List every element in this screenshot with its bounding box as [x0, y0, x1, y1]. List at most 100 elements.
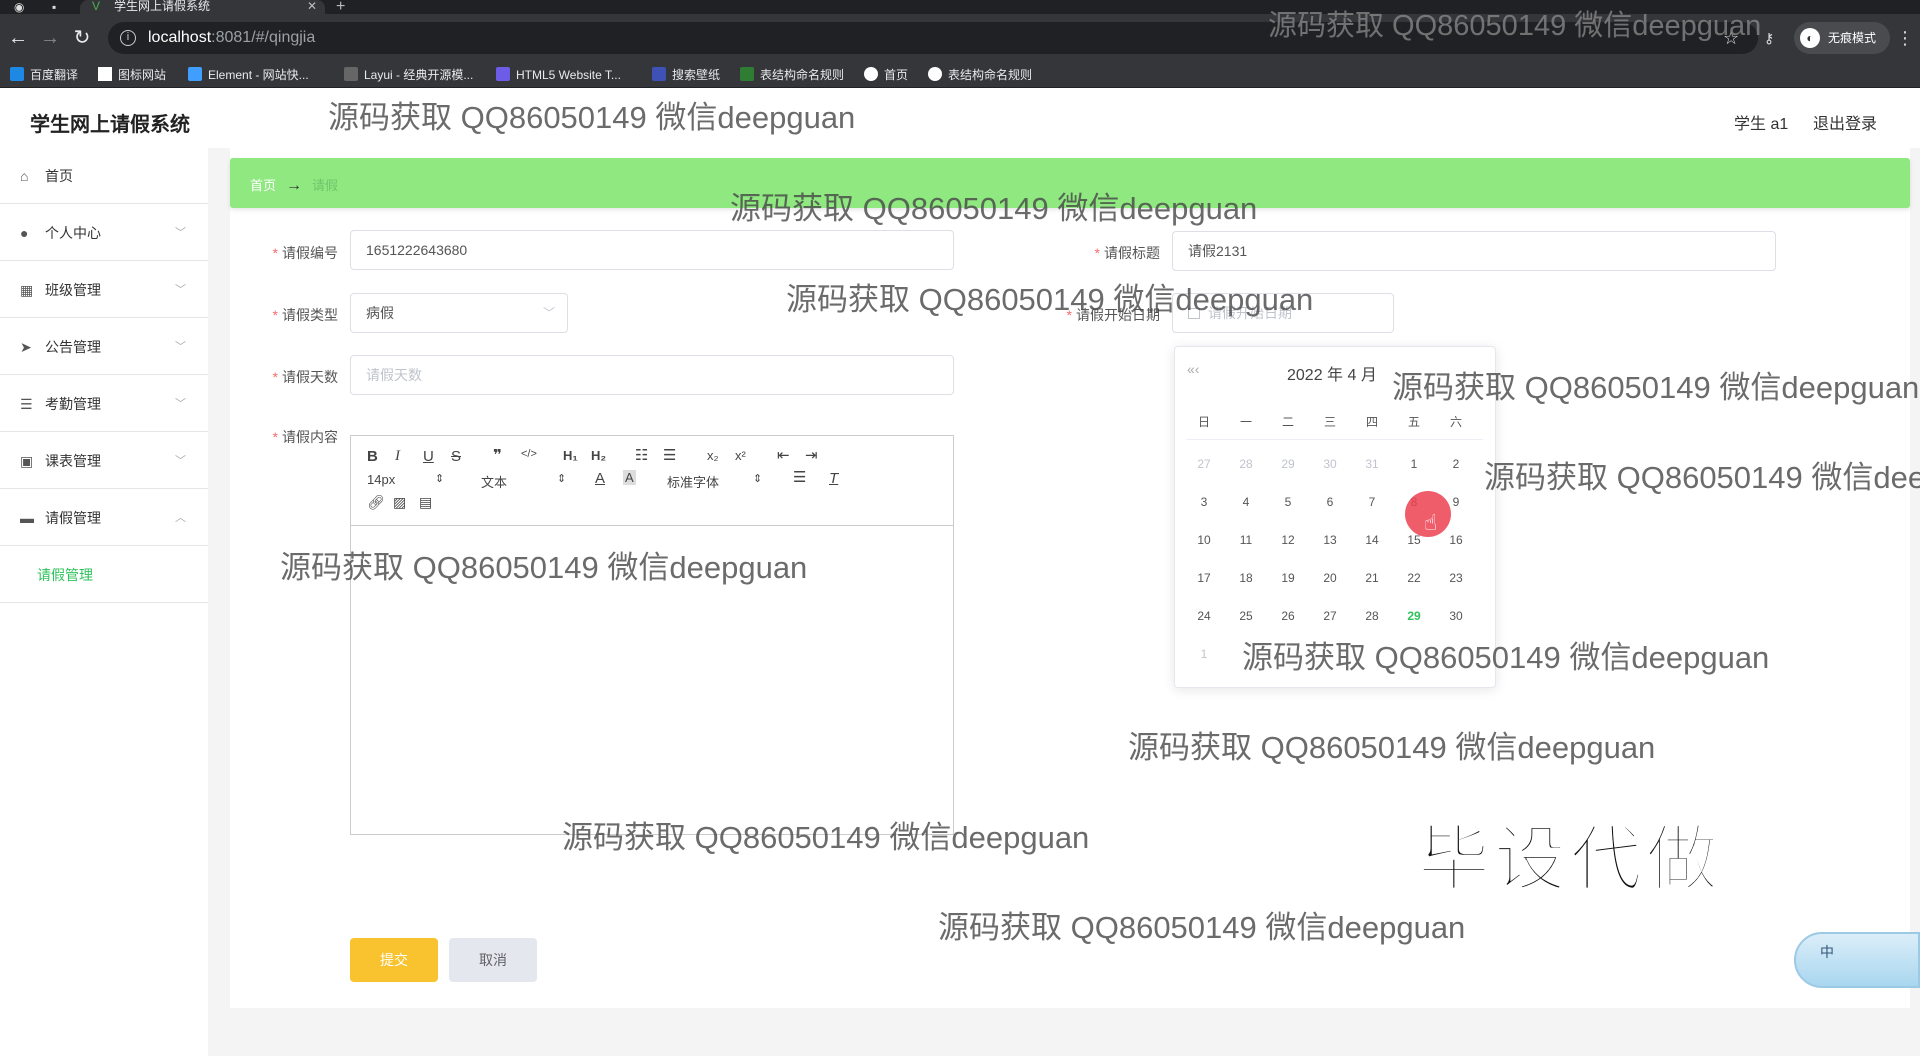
calendar-day[interactable]: 1: [1189, 647, 1219, 661]
bookmark-item[interactable]: HTML5 Website T...: [496, 66, 621, 84]
calendar-day[interactable]: 28: [1357, 609, 1387, 623]
clear-format-button[interactable]: T: [829, 470, 838, 487]
text-style-select[interactable]: 文本 ⇕: [481, 472, 569, 490]
site-info-icon[interactable]: i: [120, 30, 136, 46]
bookmark-item[interactable]: 百度翻译: [10, 66, 78, 84]
calendar-day[interactable]: 27: [1189, 457, 1219, 471]
more-menu-icon[interactable]: ⋮: [1896, 28, 1914, 49]
calendar-day[interactable]: 25: [1231, 609, 1261, 623]
window-icon[interactable]: ▪: [52, 0, 56, 14]
calendar-day[interactable]: 27: [1315, 609, 1345, 623]
calendar-day[interactable]: 7: [1357, 495, 1387, 509]
sidebar-item-home[interactable]: ⌂ 首页: [0, 148, 208, 204]
h2-button[interactable]: H₂: [591, 448, 606, 463]
sidebar-item-schedule[interactable]: ▣ 课表管理 ﹀: [0, 433, 208, 489]
calendar-day[interactable]: 20: [1315, 571, 1345, 585]
bookmark-item[interactable]: 首页: [864, 66, 908, 84]
bookmark-item[interactable]: Element - 网站快...: [188, 66, 309, 84]
superscript-button[interactable]: x²: [735, 448, 746, 463]
leave-no-input[interactable]: 1651222643680: [350, 230, 954, 270]
calendar-day[interactable]: 4: [1231, 495, 1261, 509]
bookmark-item[interactable]: 图标网站: [98, 66, 166, 84]
link-icon[interactable]: 🔗︎: [367, 494, 385, 511]
sidebar-item-class[interactable]: ▦ 班级管理 ﹀: [0, 262, 208, 318]
editor-body[interactable]: [351, 527, 953, 834]
calendar-day[interactable]: 3: [1189, 495, 1219, 509]
calendar-day[interactable]: 2: [1441, 457, 1471, 471]
calendar-day[interactable]: 16: [1441, 533, 1471, 547]
h1-button[interactable]: H₁: [563, 448, 578, 463]
ime-widget[interactable]: 中: [1794, 932, 1920, 988]
leave-type-select[interactable]: 病假 ﹀: [350, 293, 568, 333]
calendar-day[interactable]: 1: [1399, 457, 1429, 471]
browser-menu-icon[interactable]: ◉: [14, 0, 24, 14]
calendar-day[interactable]: 29: [1273, 457, 1303, 471]
days-label: * 请假天数: [272, 369, 338, 385]
url-bar[interactable]: i localhost:8081/#/qingjia: [108, 22, 1758, 54]
bullet-list-button[interactable]: ☰: [663, 446, 676, 464]
sidebar-item-notice[interactable]: ➤ 公告管理 ﹀: [0, 319, 208, 375]
back-icon[interactable]: ←: [6, 26, 30, 50]
calendar-day[interactable]: 10: [1189, 533, 1219, 547]
bookmark-item[interactable]: 表结构命名规则: [740, 66, 844, 84]
ordered-list-button[interactable]: ☷: [635, 446, 648, 464]
bookmark-item[interactable]: 表结构命名规则: [928, 66, 1032, 84]
bookmark-item[interactable]: 搜索壁纸: [652, 66, 720, 84]
quote-button[interactable]: ❞: [493, 446, 502, 464]
incognito-badge[interactable]: ◐ 无痕模式: [1794, 22, 1891, 54]
calendar-day[interactable]: 12: [1273, 533, 1303, 547]
calendar-day[interactable]: 31: [1357, 457, 1387, 471]
sidebar-subitem-leave[interactable]: 请假管理: [0, 547, 208, 603]
font-family-select[interactable]: 标准字体 ⇕: [667, 472, 763, 490]
submit-button[interactable]: 提交: [350, 938, 438, 982]
breadcrumb-home[interactable]: 首页: [250, 178, 276, 193]
calendar-day[interactable]: 24: [1189, 609, 1219, 623]
code-button[interactable]: </>: [521, 448, 537, 460]
calendar-day[interactable]: 19: [1273, 571, 1303, 585]
calendar-day[interactable]: 23: [1441, 571, 1471, 585]
underline-button[interactable]: U: [423, 448, 434, 465]
sidebar-item-attendance[interactable]: ☰ 考勤管理 ﹀: [0, 376, 208, 432]
sidebar-item-leave[interactable]: ▬ 请假管理 ︿: [0, 490, 208, 546]
italic-button[interactable]: I: [395, 448, 400, 465]
align-button[interactable]: ☰: [793, 468, 806, 486]
bookmark-item[interactable]: Layui - 经典开源模...: [344, 66, 473, 84]
indent-button[interactable]: ⇥: [805, 446, 818, 464]
logout-link[interactable]: 退出登录: [1813, 110, 1877, 134]
calendar-day[interactable]: 21: [1357, 571, 1387, 585]
calendar-day[interactable]: 14: [1357, 533, 1387, 547]
cancel-button[interactable]: 取消: [449, 938, 537, 982]
sidebar-item-profile[interactable]: ● 个人中心 ﹀: [0, 205, 208, 261]
strike-button[interactable]: S: [451, 448, 461, 465]
prev-year-month-icon[interactable]: «‹: [1187, 361, 1199, 377]
calendar-day[interactable]: 26: [1273, 609, 1303, 623]
key-icon[interactable]: ⚷: [1764, 30, 1774, 47]
outdent-button[interactable]: ⇤: [777, 446, 790, 464]
bold-button[interactable]: B: [367, 448, 378, 465]
calendar-day[interactable]: 22: [1399, 571, 1429, 585]
video-icon[interactable]: ▤: [419, 494, 432, 511]
calendar-day[interactable]: 17: [1189, 571, 1219, 585]
browser-tab[interactable]: V 学生网上请假系统 ✕: [80, 0, 325, 14]
bookmark-star-icon[interactable]: ☆: [1723, 28, 1739, 49]
calendar-day[interactable]: 13: [1315, 533, 1345, 547]
days-input[interactable]: 请假天数: [350, 355, 954, 395]
font-color-button[interactable]: A: [595, 470, 605, 487]
font-size-select[interactable]: 14px ⇕: [367, 472, 447, 490]
reload-icon[interactable]: ↻: [70, 26, 94, 50]
calendar-day[interactable]: 30: [1441, 609, 1471, 623]
calendar-day[interactable]: 29: [1399, 609, 1429, 623]
calendar-day[interactable]: 6: [1315, 495, 1345, 509]
calendar-day[interactable]: 11: [1231, 533, 1261, 547]
calendar-day[interactable]: 30: [1315, 457, 1345, 471]
image-icon[interactable]: ▨: [393, 494, 406, 511]
calendar-day[interactable]: 28: [1231, 457, 1261, 471]
calendar-day[interactable]: 18: [1231, 571, 1261, 585]
subscript-button[interactable]: x₂: [707, 448, 719, 463]
leave-title-input[interactable]: 请假2131: [1172, 231, 1776, 271]
bg-color-button[interactable]: A: [623, 470, 636, 485]
forward-icon[interactable]: →: [38, 26, 62, 50]
start-date-input[interactable]: 请假开始日期: [1172, 293, 1394, 333]
tab-close-icon[interactable]: ✕: [307, 0, 317, 12]
calendar-day[interactable]: 5: [1273, 495, 1303, 509]
